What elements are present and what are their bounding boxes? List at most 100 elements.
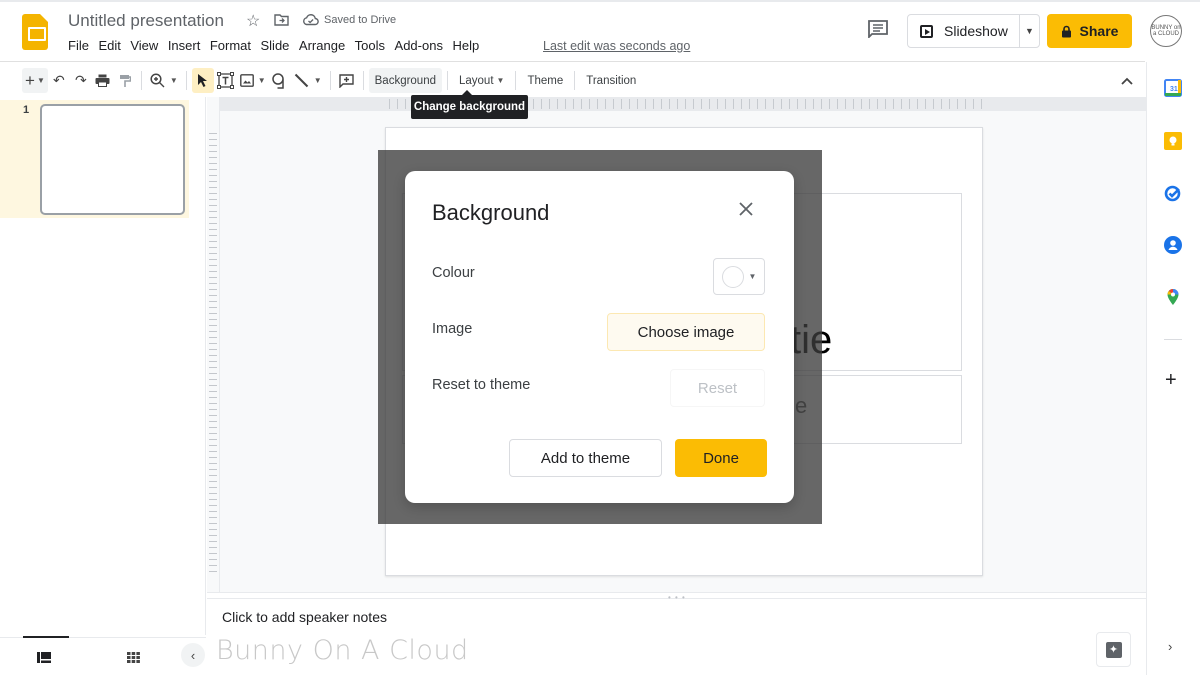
toolbar-divider xyxy=(0,61,1145,62)
close-icon[interactable] xyxy=(739,199,753,222)
hide-menus-chevron-up-icon[interactable] xyxy=(1121,72,1133,88)
done-button[interactable]: Done xyxy=(675,439,767,477)
slide-thumbnail[interactable] xyxy=(40,104,185,215)
slideshow-options-dropdown[interactable]: ▼ xyxy=(1019,15,1039,47)
maps-icon[interactable] xyxy=(1164,288,1182,306)
star-icon[interactable]: ☆ xyxy=(246,11,260,31)
cursor-icon xyxy=(198,74,208,87)
line-button[interactable]: ▼ xyxy=(291,68,325,93)
insert-image-button[interactable]: ▼ xyxy=(237,68,269,93)
collapse-filmstrip-chevron-left-icon[interactable]: ‹ xyxy=(181,643,205,667)
menu-add-ons[interactable]: Add-ons xyxy=(395,38,443,53)
menu-tools[interactable]: Tools xyxy=(355,38,385,53)
share-label: Share xyxy=(1079,23,1119,39)
slideshow-label: Slideshow xyxy=(944,23,1008,39)
menu-view[interactable]: View xyxy=(130,38,158,53)
slides-logo-icon[interactable] xyxy=(22,14,48,50)
explore-icon: ✦ xyxy=(1105,641,1122,658)
show-side-panel-chevron-right-icon[interactable]: › xyxy=(1168,639,1172,654)
toolbar-separator xyxy=(185,71,187,90)
insert-comment-button[interactable] xyxy=(336,68,358,93)
select-tool-button[interactable] xyxy=(191,68,214,93)
colour-label: Colour xyxy=(432,265,475,281)
undo-button[interactable]: ↶ xyxy=(48,68,70,93)
present-icon xyxy=(920,24,933,38)
watermark-text: Bunny On A Cloud xyxy=(216,635,469,666)
top-border xyxy=(0,0,1200,2)
cloud-saved-icon[interactable] xyxy=(302,13,319,31)
colour-swatch xyxy=(721,265,744,288)
transition-button[interactable]: Transition xyxy=(580,68,642,93)
get-add-ons-plus-icon[interactable]: + xyxy=(1165,369,1177,392)
slideshow-button-group: Slideshow ▼ xyxy=(907,14,1040,48)
plus-icon: + xyxy=(25,70,35,90)
text-box-icon xyxy=(216,72,234,89)
theme-button[interactable]: Theme xyxy=(521,68,569,93)
menu-edit[interactable]: Edit xyxy=(98,38,120,53)
chevron-down-icon: ▼ xyxy=(169,76,178,85)
layout-label: Layout xyxy=(459,74,494,87)
zoom-button[interactable]: ▼ xyxy=(147,68,181,93)
move-to-folder-icon[interactable] xyxy=(274,13,289,31)
toolbar-separator xyxy=(447,71,448,90)
chevron-down-icon: ▼ xyxy=(496,76,505,85)
redo-icon: ↷ xyxy=(74,72,87,88)
chevron-down-icon: ▼ xyxy=(748,272,757,281)
svg-text:31: 31 xyxy=(1170,86,1178,93)
filmstrip-view-icon[interactable] xyxy=(37,650,51,663)
calendar-icon[interactable]: 31 xyxy=(1164,79,1182,97)
chevron-down-icon: ▼ xyxy=(257,76,266,85)
zoom-in-icon xyxy=(150,73,165,88)
menu-insert[interactable]: Insert xyxy=(168,38,201,53)
lock-icon xyxy=(1061,25,1071,37)
menu-help[interactable]: Help xyxy=(452,38,479,53)
menu-format[interactable]: Format xyxy=(210,38,251,53)
add-to-theme-button[interactable]: Add to theme xyxy=(509,439,662,477)
choose-image-button[interactable]: Choose image xyxy=(607,313,765,351)
paint-format-icon xyxy=(119,74,131,87)
print-button[interactable] xyxy=(92,68,114,93)
chevron-down-icon: ▼ xyxy=(313,76,322,85)
speaker-notes-input[interactable]: Click to add speaker notes xyxy=(222,609,387,625)
drag-handle-icon[interactable]: • • • xyxy=(668,593,686,602)
last-edit-link[interactable]: Last edit was seconds ago xyxy=(543,39,690,53)
comment-history-icon[interactable] xyxy=(868,20,888,40)
undo-icon: ↶ xyxy=(52,72,65,88)
reset-to-theme-label: Reset to theme xyxy=(432,377,531,393)
new-slide-button[interactable]: + ▼ xyxy=(22,68,48,93)
colour-picker-button[interactable]: ▼ xyxy=(713,258,765,295)
tasks-icon[interactable] xyxy=(1164,184,1182,202)
shape-button[interactable] xyxy=(269,68,291,93)
menu-bar: File Edit View Insert Format Slide Arran… xyxy=(68,38,489,53)
slideshow-button[interactable]: Slideshow xyxy=(908,15,1019,47)
background-button[interactable]: Background xyxy=(368,68,442,93)
line-icon xyxy=(294,73,308,88)
ruler-corner xyxy=(207,97,220,111)
redo-button[interactable]: ↷ xyxy=(70,68,92,93)
menu-arrange[interactable]: Arrange xyxy=(299,38,345,53)
keep-icon[interactable] xyxy=(1164,132,1182,150)
paint-format-button[interactable] xyxy=(114,68,136,93)
account-avatar[interactable]: BUNNY on a CLOUD xyxy=(1150,15,1182,47)
toolbar-separator xyxy=(140,71,142,90)
contacts-icon[interactable] xyxy=(1164,236,1182,254)
toolbar-separator xyxy=(362,71,364,90)
text-box-button[interactable] xyxy=(214,68,237,93)
document-title[interactable]: Untitled presentation xyxy=(68,11,224,31)
menu-file[interactable]: File xyxy=(68,38,89,53)
image-icon xyxy=(239,74,254,87)
save-status[interactable]: Saved to Drive xyxy=(324,14,396,26)
background-tooltip: Change background xyxy=(411,90,528,119)
image-label: Image xyxy=(432,321,473,337)
toolbar-separator xyxy=(574,71,576,90)
print-icon xyxy=(95,74,110,87)
share-button[interactable]: Share xyxy=(1047,14,1132,48)
menu-slide[interactable]: Slide xyxy=(261,38,290,53)
grid-view-icon[interactable] xyxy=(127,650,140,663)
shape-icon xyxy=(271,72,284,89)
toolbar-separator xyxy=(329,71,331,90)
reset-button[interactable]: Reset xyxy=(670,369,765,407)
active-view-indicator xyxy=(23,636,69,638)
explore-button[interactable]: ✦ xyxy=(1096,632,1131,667)
chevron-down-icon: ▼ xyxy=(36,76,45,85)
